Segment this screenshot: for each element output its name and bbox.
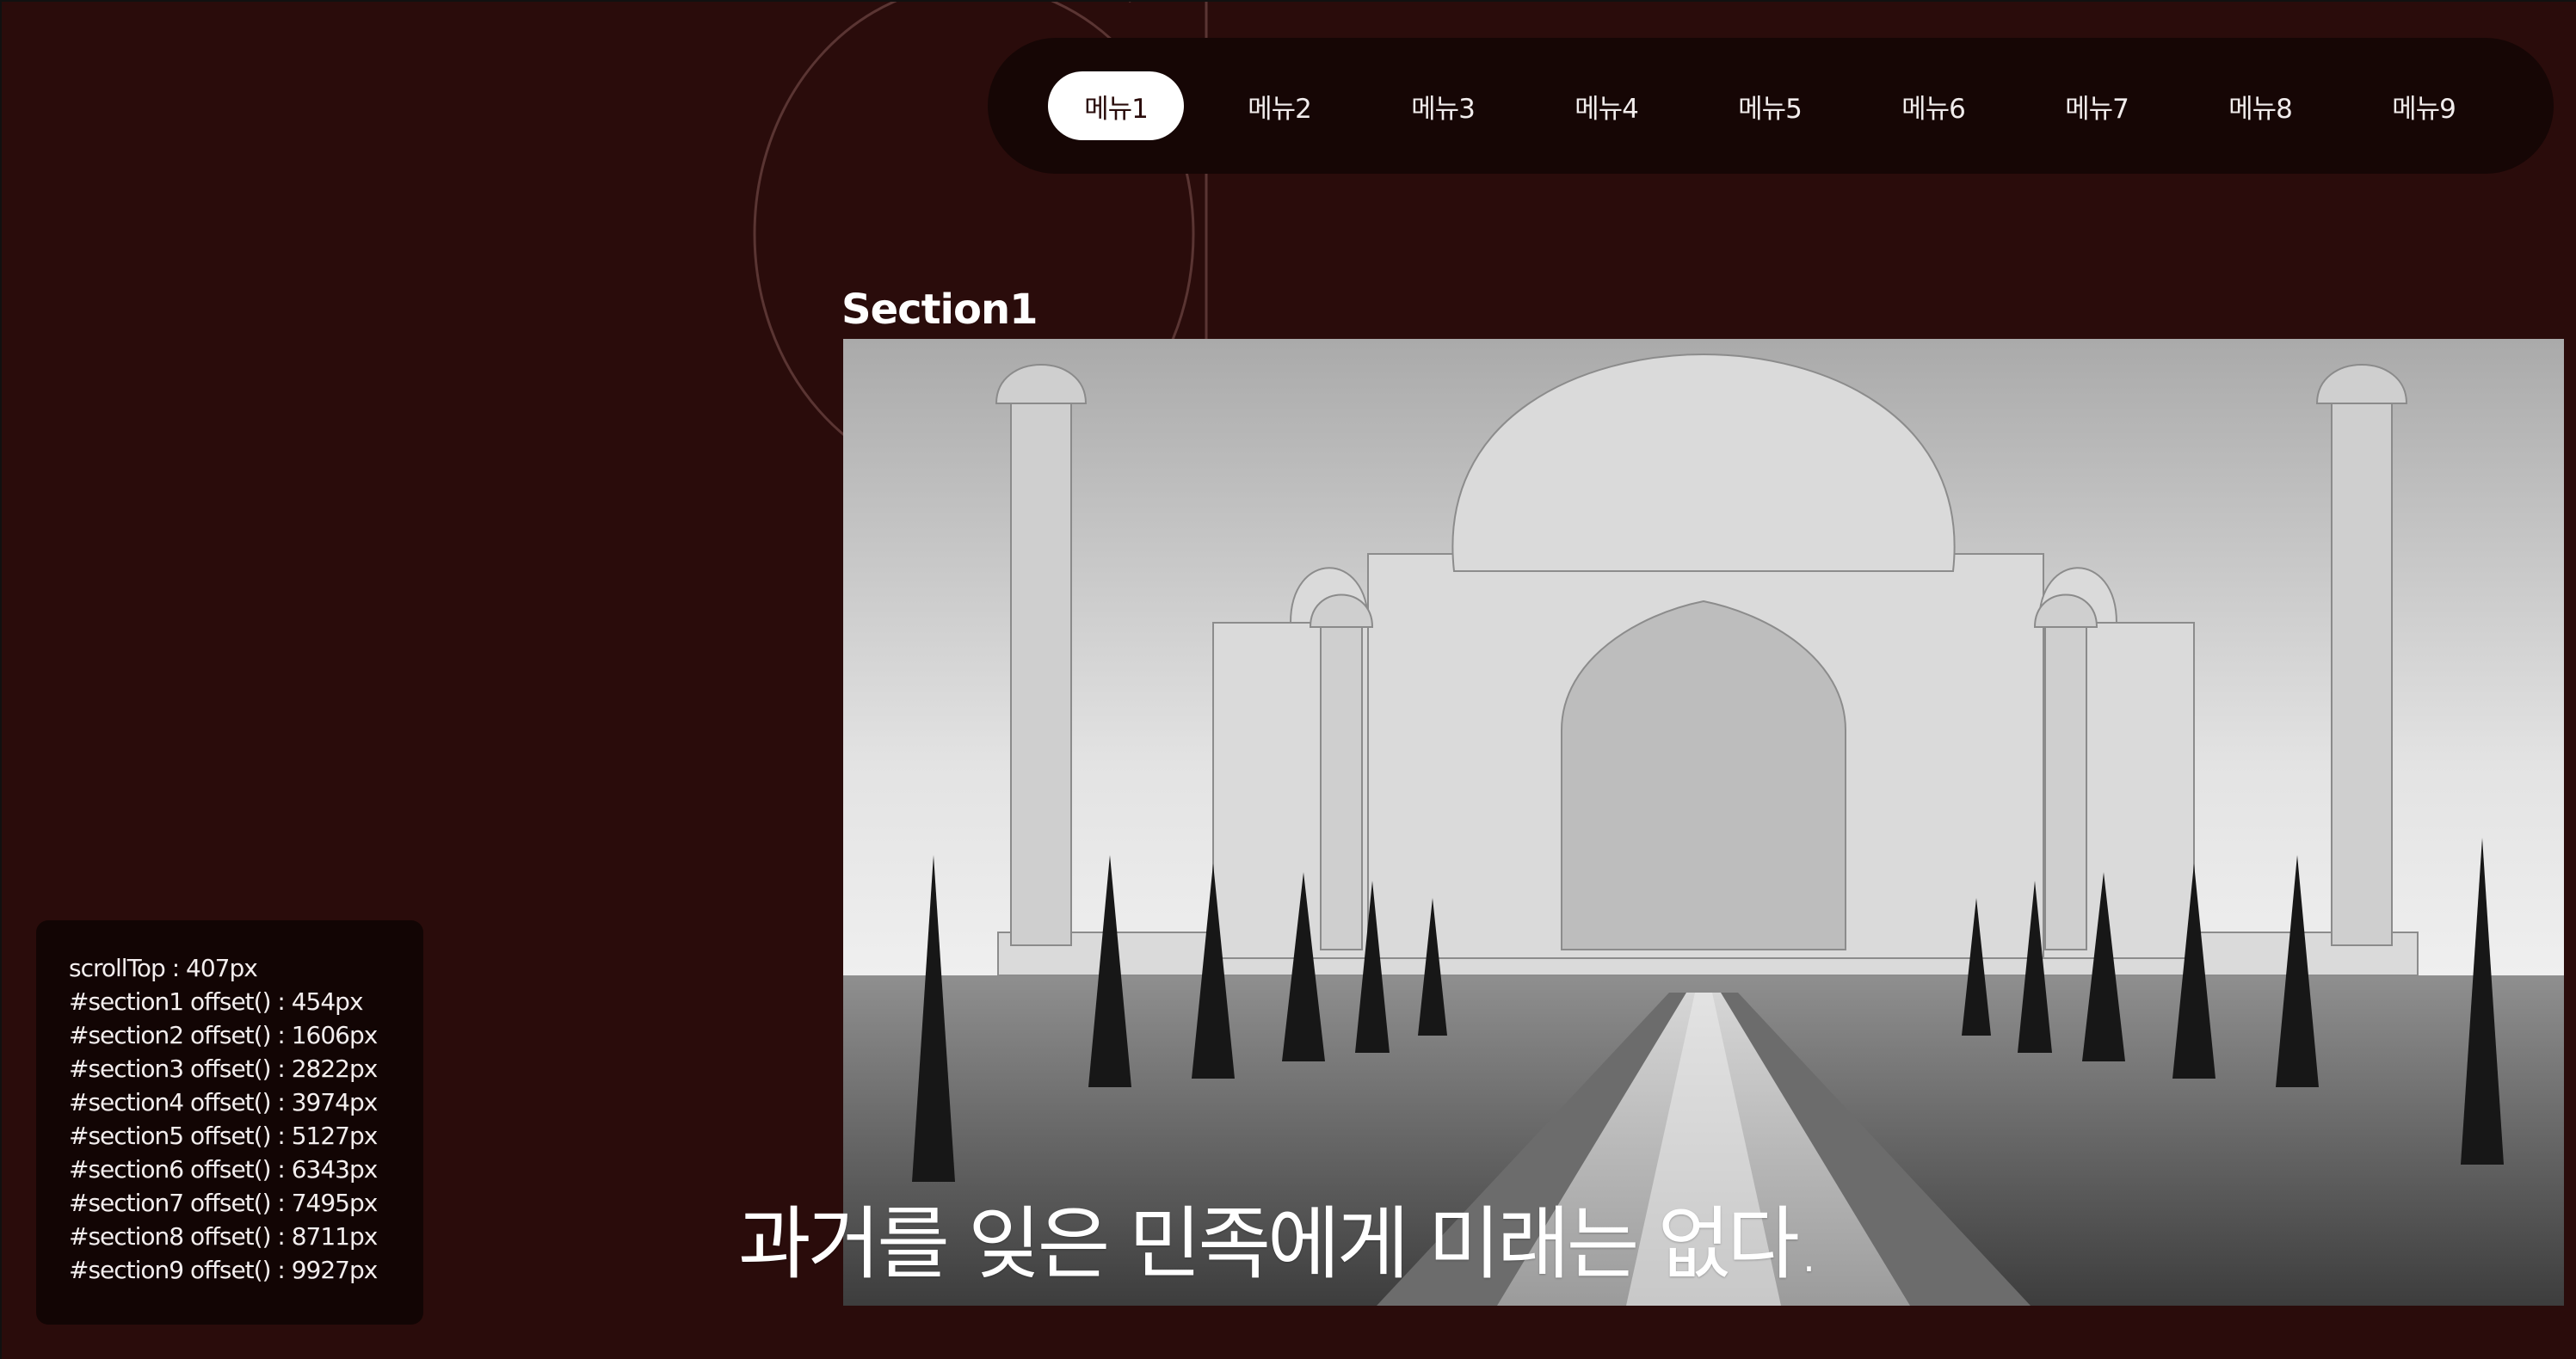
debug-section5-offset: #section5 offset() : 5127px	[69, 1122, 378, 1150]
nav-item-menu-7[interactable]: 메뉴7	[2029, 71, 2165, 140]
debug-section4-offset: #section4 offset() : 3974px	[69, 1088, 378, 1116]
debug-section6-offset: #section6 offset() : 6343px	[69, 1155, 378, 1184]
nav-item-menu-3[interactable]: 메뉴3	[1375, 71, 1511, 140]
nav-item-menu-2[interactable]: 메뉴2	[1211, 71, 1347, 140]
debug-section3-offset: #section3 offset() : 2822px	[69, 1055, 378, 1083]
debug-section9-offset: #section9 offset() : 9927px	[69, 1256, 378, 1284]
scroll-debug-panel: scrollTop : 407px #section1 offset() : 4…	[36, 920, 423, 1325]
section-image-taj-mahal	[843, 339, 2564, 1306]
debug-section1-offset: #section1 offset() : 454px	[69, 987, 364, 1016]
top-navigation: 메뉴1 메뉴2 메뉴3 메뉴4 메뉴5 메뉴6 메뉴7 메뉴8 메뉴9	[988, 38, 2554, 174]
nav-item-menu-9[interactable]: 메뉴9	[2356, 71, 2492, 140]
debug-section7-offset: #section7 offset() : 7495px	[69, 1189, 378, 1217]
nav-item-menu-6[interactable]: 메뉴6	[1865, 71, 2001, 140]
debug-section2-offset: #section2 offset() : 1606px	[69, 1021, 378, 1049]
page: 메뉴1 메뉴2 메뉴3 메뉴4 메뉴5 메뉴6 메뉴7 메뉴8 메뉴9 Sect…	[0, 0, 2576, 1359]
debug-section8-offset: #section8 offset() : 8711px	[69, 1222, 378, 1251]
nav-item-menu-5[interactable]: 메뉴5	[1702, 71, 1838, 140]
section-quote: 과거를 잊은 민족에게 미래는 없다.	[738, 1198, 1821, 1290]
nav-item-menu-8[interactable]: 메뉴8	[2192, 71, 2328, 140]
section-title: Section1	[841, 286, 1038, 334]
nav-item-menu-1[interactable]: 메뉴1	[1048, 71, 1184, 140]
debug-scrolltop: scrollTop : 407px	[69, 954, 258, 982]
nav-item-menu-4[interactable]: 메뉴4	[1538, 71, 1674, 140]
